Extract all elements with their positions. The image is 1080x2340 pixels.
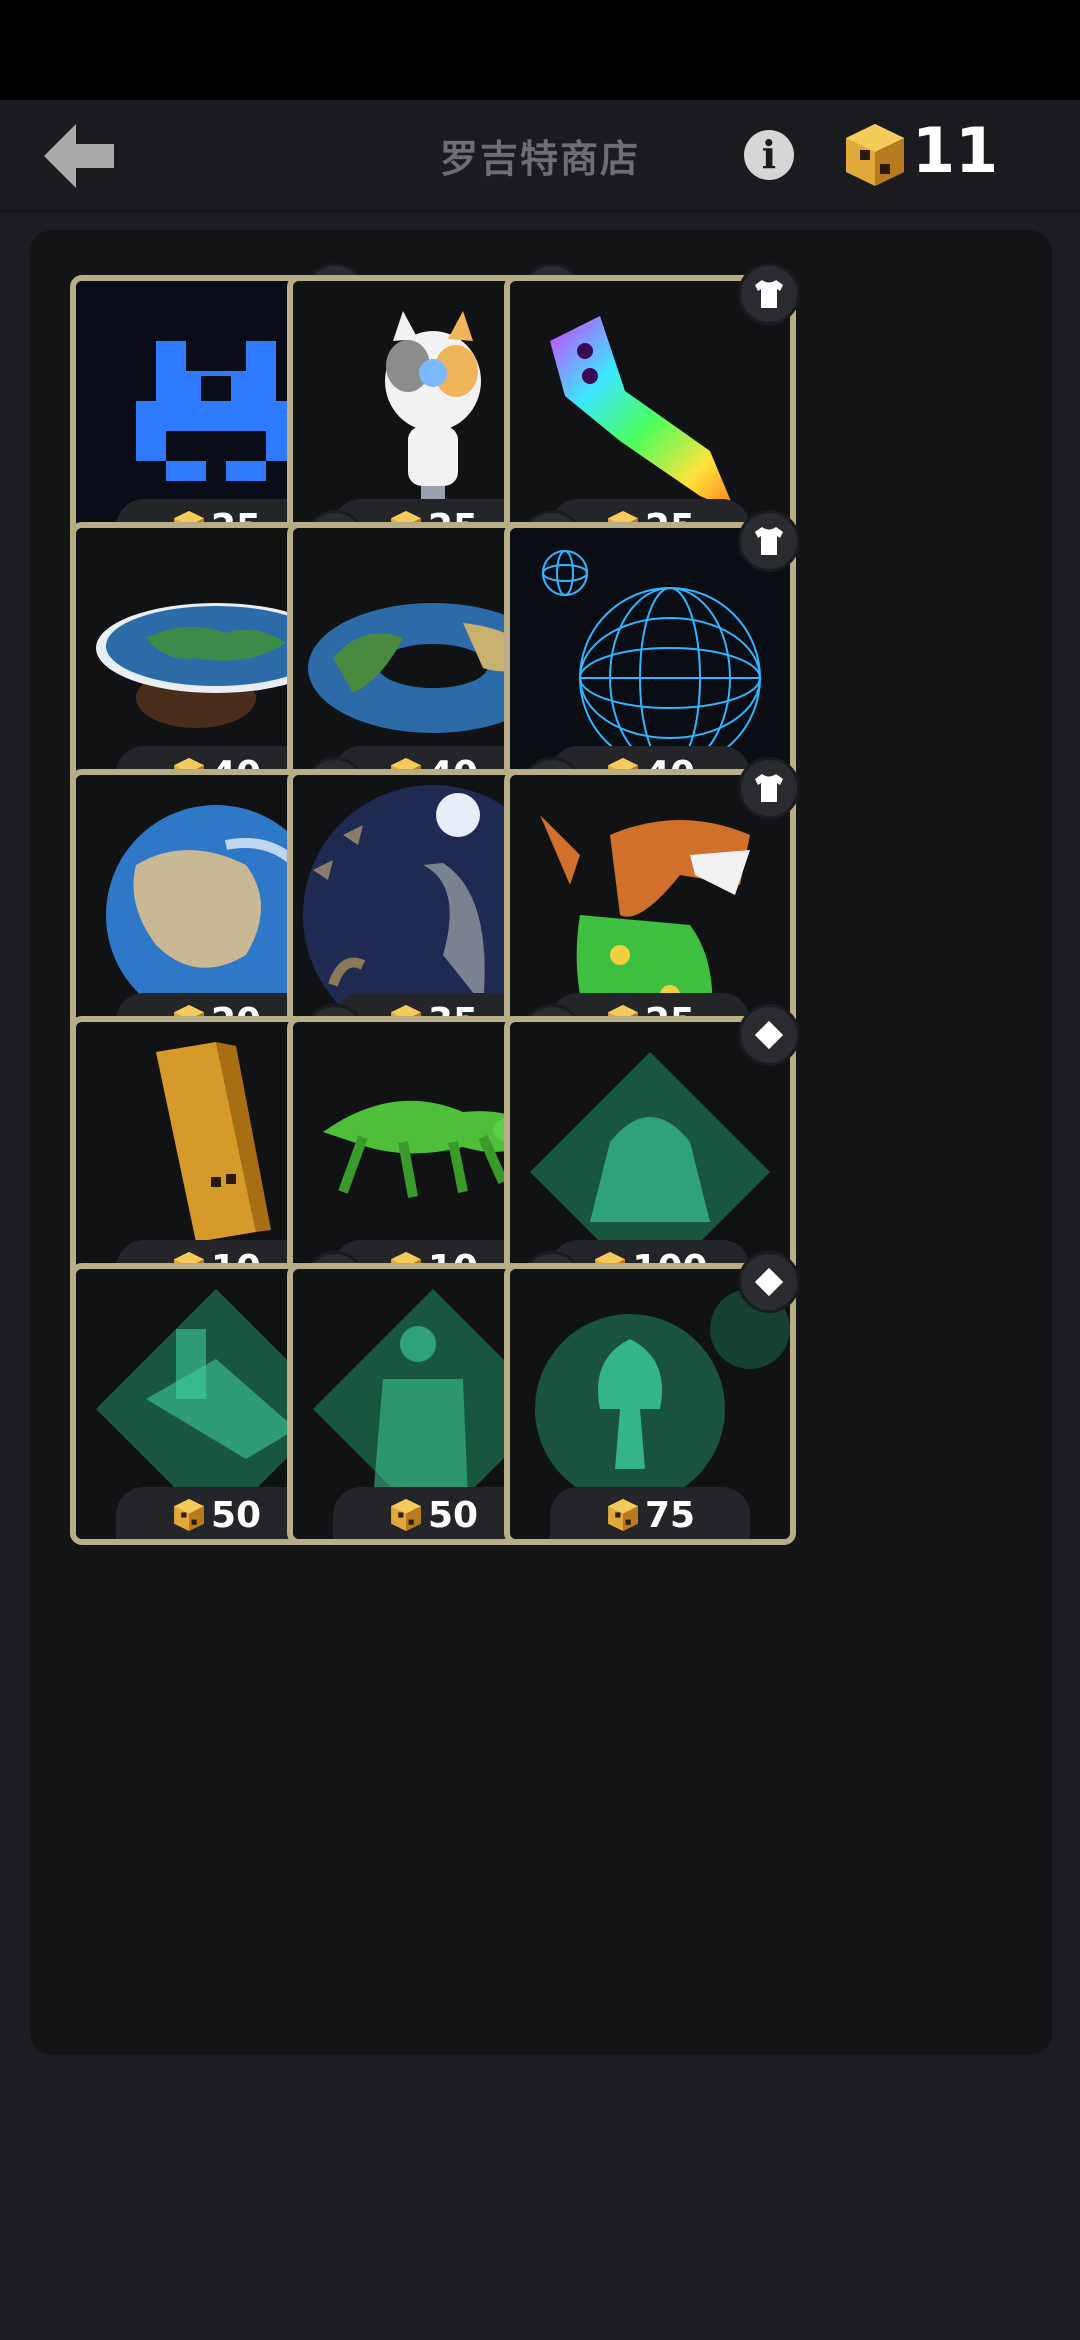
- status-bar: [0, 0, 1080, 100]
- shop-item[interactable]: 75: [504, 1251, 800, 1553]
- gold-cube-icon: [391, 1499, 421, 1531]
- item-price-value: 75: [644, 1495, 696, 1536]
- shirt-icon: [755, 774, 783, 802]
- outfit-badge: [738, 510, 800, 572]
- item-price-value: 50: [210, 1495, 262, 1536]
- shirt-icon: [755, 527, 783, 555]
- gold-cube-icon: [840, 120, 910, 190]
- shop-grid: 25体素纳米机器人25纳米猫25摇滚扁形虫40平坦的地球40甜甜圈地球40线框地…: [30, 230, 1052, 2055]
- shirt-icon: [755, 280, 783, 308]
- item-price: 75: [510, 1495, 790, 1536]
- diamond-icon: [754, 1267, 784, 1297]
- top-bar: 罗吉特商店 i 11: [0, 100, 1080, 212]
- outfit-badge: [738, 263, 800, 325]
- gold-cube-icon: [608, 1499, 638, 1531]
- diamond-icon: [754, 1020, 784, 1050]
- info-button[interactable]: i: [744, 130, 794, 180]
- gold-cube-icon: [174, 1499, 204, 1531]
- outfit-badge: [738, 757, 800, 819]
- artifact-badge: [738, 1004, 800, 1066]
- item-price-value: 50: [427, 1495, 479, 1536]
- currency-balance: 11: [912, 114, 999, 187]
- artifact-badge: [738, 1251, 800, 1313]
